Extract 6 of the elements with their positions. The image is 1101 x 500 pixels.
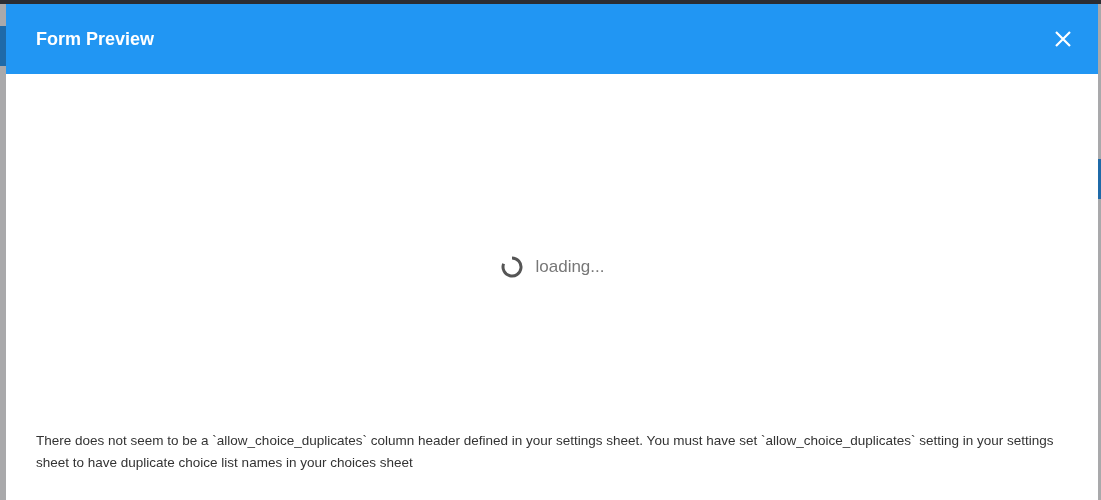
close-icon xyxy=(1054,30,1072,48)
error-message: There does not seem to be a `allow_choice_duplicates` column header defined in your settings sheet. You must have set `allow_choice_duplicates` setting in your settings sheet to have duplicate choice list names in your choices sheet xyxy=(36,432,1055,472)
dialog-title: Form Preview xyxy=(36,28,155,50)
spinner-icon xyxy=(499,255,524,279)
close-button[interactable] xyxy=(1054,30,1072,48)
loading-text: loading... xyxy=(535,257,605,277)
